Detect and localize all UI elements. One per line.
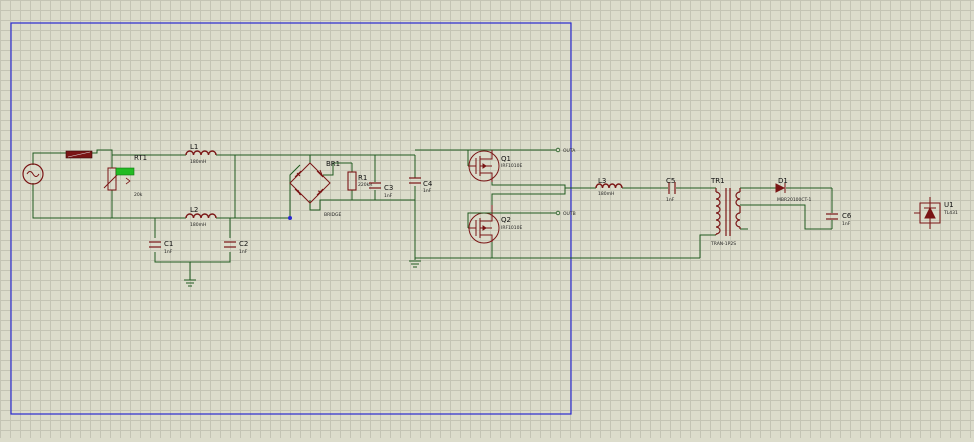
tr1-value: TRAN-1P2S xyxy=(710,241,736,247)
rt1-ref: RT1 xyxy=(134,154,147,162)
outa-label: OUTA xyxy=(563,148,576,154)
c4-capacitor[interactable] xyxy=(409,177,421,184)
c3-value: 1nF xyxy=(384,193,393,199)
l1-ref: L1 xyxy=(190,143,198,151)
l1-inductor[interactable] xyxy=(185,150,217,156)
u1-ref: U1 xyxy=(944,201,954,209)
c6-ref: C6 xyxy=(842,212,852,220)
c2-ref: C2 xyxy=(239,240,248,248)
junction-marker xyxy=(288,216,292,220)
u1-regulator[interactable] xyxy=(914,197,941,229)
ground-icon xyxy=(184,260,421,287)
c5-ref: C5 xyxy=(666,177,675,185)
outb-label: OUTB xyxy=(563,211,576,217)
br1-value: BRIDGE xyxy=(324,212,341,218)
q2-mosfet[interactable] xyxy=(468,205,500,244)
outa-terminal[interactable] xyxy=(555,147,561,153)
r1-ref: R1 xyxy=(358,174,367,182)
l3-value: 180mH xyxy=(598,191,614,197)
c1-value: 1nF xyxy=(164,249,173,255)
c5-value: 1nF xyxy=(666,197,675,203)
outb-terminal[interactable] xyxy=(555,210,561,216)
l2-ref: L2 xyxy=(190,206,198,214)
c3-ref: C3 xyxy=(384,184,393,192)
c2-capacitor[interactable] xyxy=(224,241,236,248)
c2-value: 1nF xyxy=(239,249,248,255)
d1-ref: D1 xyxy=(778,177,788,185)
tr1-ref: TR1 xyxy=(710,177,725,185)
q1-mosfet[interactable] xyxy=(468,150,500,182)
rt1-thermistor[interactable] xyxy=(103,167,135,191)
l1-value: 180mH xyxy=(190,159,206,165)
rt1-indicator xyxy=(115,167,135,176)
c1-ref: C1 xyxy=(164,240,173,248)
wires xyxy=(32,149,833,280)
c6-capacitor[interactable] xyxy=(826,213,838,220)
l2-value: 180mH xyxy=(190,222,206,228)
l2-inductor[interactable] xyxy=(185,213,217,219)
c6-value: 1nF xyxy=(842,221,851,227)
c4-value: 1nF xyxy=(423,188,432,194)
l3-ref: L3 xyxy=(598,177,606,185)
u1-value: TL431 xyxy=(943,210,958,216)
ac-source[interactable] xyxy=(22,163,44,185)
fuse[interactable] xyxy=(65,150,93,159)
q2-value: IRF1010E xyxy=(501,225,522,231)
c4-ref: C4 xyxy=(423,180,433,188)
r1-resistor[interactable] xyxy=(347,171,357,191)
tr1-transformer[interactable] xyxy=(715,188,741,236)
q2-ref: Q2 xyxy=(501,216,511,224)
q1-ref: Q1 xyxy=(501,155,511,163)
schematic-svg: RT1 20k L1 180mH L2 180mH C1 1nF C2 1nF … xyxy=(10,22,958,415)
q1-value: IRF1010E xyxy=(501,163,522,169)
br1-ref: BR1 xyxy=(326,160,340,168)
schematic-canvas[interactable]: RT1 20k L1 180mH L2 180mH C1 1nF C2 1nF … xyxy=(0,0,974,438)
d1-value: MBR20100CT-1 xyxy=(777,197,812,203)
rt1-value: 20k xyxy=(134,192,143,198)
c1-capacitor[interactable] xyxy=(149,241,161,248)
